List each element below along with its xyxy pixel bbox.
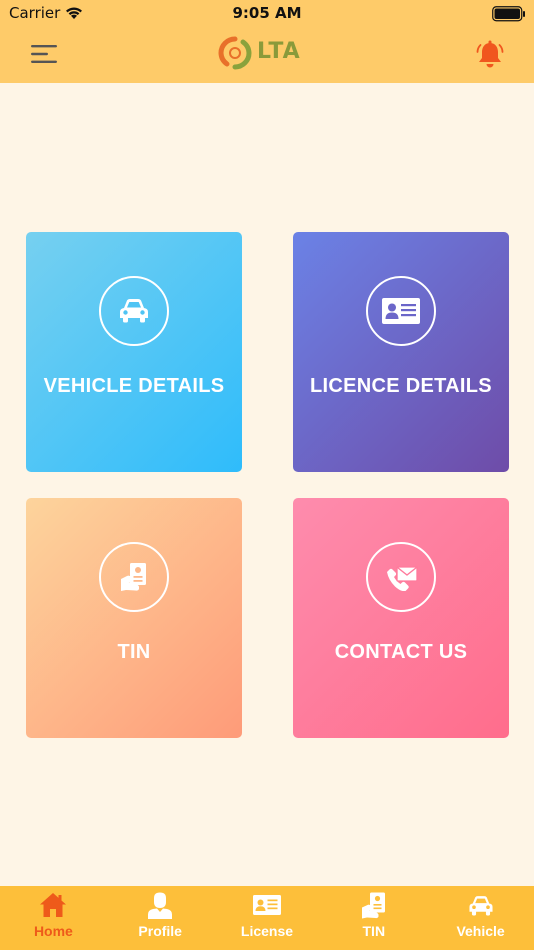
clock: 9:05 AM bbox=[232, 4, 302, 22]
tab-vehicle[interactable]: Vehicle bbox=[427, 886, 534, 950]
logo-text: LTA bbox=[257, 39, 301, 64]
phone-mail-icon bbox=[387, 566, 418, 591]
hand-card-icon bbox=[361, 892, 385, 919]
notification-bell-icon[interactable] bbox=[476, 40, 504, 70]
tin-tile[interactable]: TIN bbox=[26, 498, 242, 738]
menu-icon[interactable] bbox=[31, 44, 59, 64]
car-icon bbox=[469, 896, 493, 916]
tab-tin-label: TIN bbox=[362, 923, 386, 939]
contact-us-label: CONTACT US bbox=[334, 641, 468, 663]
vehicle-details-tile[interactable]: VEHICLE DETAILS bbox=[26, 232, 242, 472]
tab-home-label: Home bbox=[33, 923, 73, 939]
tab-profile-label: Profile bbox=[138, 923, 182, 939]
id-card-icon bbox=[382, 298, 420, 324]
home-icon bbox=[40, 893, 67, 917]
tab-license-label: License bbox=[240, 923, 294, 939]
vehicle-details-label: VEHICLE DETAILS bbox=[43, 375, 225, 397]
tile-icon-circle bbox=[99, 276, 169, 346]
contact-us-tile[interactable]: CONTACT US bbox=[293, 498, 509, 738]
tab-home[interactable]: Home bbox=[0, 886, 107, 950]
tile-icon-circle bbox=[366, 542, 436, 612]
hand-card-icon bbox=[121, 563, 146, 591]
logo-mark-icon bbox=[218, 36, 252, 70]
user-icon bbox=[148, 892, 173, 919]
tab-tin[interactable]: TIN bbox=[320, 886, 427, 950]
car-icon bbox=[120, 299, 148, 323]
tile-icon-circle bbox=[366, 276, 436, 346]
licence-details-tile[interactable]: LICENCE DETAILS bbox=[293, 232, 509, 472]
tab-vehicle-label: Vehicle bbox=[456, 923, 505, 939]
status-bar: Carrier 9:05 AM bbox=[0, 0, 534, 28]
app-header: Carrier 9:05 AM LTA bbox=[0, 0, 534, 83]
id-card-icon bbox=[252, 895, 281, 915]
licence-details-label: LICENCE DETAILS bbox=[310, 375, 492, 397]
tile-icon-circle bbox=[99, 542, 169, 612]
tin-label: TIN bbox=[117, 641, 151, 663]
bottom-tab-bar: Home Profile License TIN Vehicle bbox=[0, 886, 534, 950]
battery-icon bbox=[492, 6, 525, 22]
tab-profile[interactable]: Profile bbox=[107, 886, 214, 950]
app-logo: LTA bbox=[217, 36, 317, 70]
tab-license[interactable]: License bbox=[214, 886, 321, 950]
